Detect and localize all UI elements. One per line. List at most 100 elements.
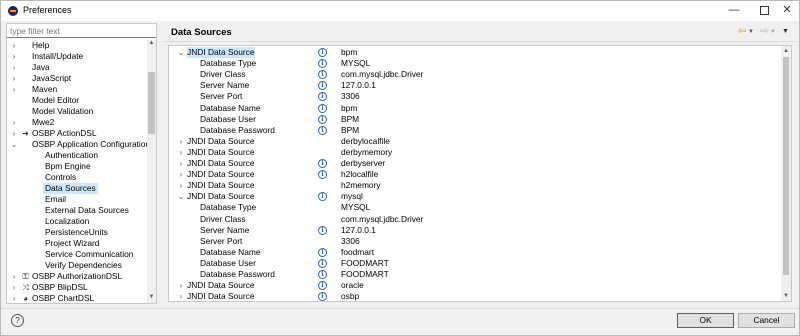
chevron-right-icon[interactable]: › [10, 84, 18, 95]
cancel-button[interactable]: Cancel [738, 313, 795, 328]
tree-item[interactable]: › ⤨ OSBP BlipDSL [7, 282, 147, 293]
back-dropdown-icon[interactable]: ▼ [748, 25, 754, 39]
datasource-row[interactable]: › JNDI Data Source derbylocalfile [169, 136, 781, 147]
help-button[interactable]: ? [11, 314, 24, 327]
datasource-row[interactable]: › JNDI Data Source i osbp [169, 291, 781, 301]
info-icon[interactable]: i [318, 292, 327, 301]
tree-item[interactable]: › ➜ OSBP ActionDSL [7, 128, 147, 139]
chevron-right-icon[interactable]: › [177, 291, 185, 301]
datasource-row[interactable]: › JNDI Data Source h2memory [169, 180, 781, 191]
chevron-right-icon[interactable]: › [10, 282, 18, 293]
property-row[interactable]: Database User i BPM [169, 114, 781, 125]
property-row[interactable]: Driver Class i com.mysql.jdbc.Driver [169, 69, 781, 80]
forward-dropdown-icon[interactable]: ▼ [770, 25, 776, 39]
chevron-right-icon[interactable]: › [177, 180, 185, 191]
chevron-down-icon[interactable]: ⌄ [177, 47, 185, 58]
scroll-down-icon[interactable]: ▼ [781, 291, 791, 301]
forward-arrow-icon[interactable]: ⇨ [760, 25, 768, 39]
property-row[interactable]: Database Name i foodmart [169, 247, 781, 258]
chevron-right-icon[interactable]: › [177, 280, 185, 291]
info-icon[interactable]: i [318, 270, 327, 279]
property-row[interactable]: Server Name i 127.0.0.1 [169, 225, 781, 236]
datasource-row[interactable]: › JNDI Data Source i h2localfile [169, 169, 781, 180]
tree-item[interactable]: Service Communication [7, 249, 147, 260]
chevron-down-icon[interactable]: ⌄ [177, 191, 185, 202]
chevron-down-icon[interactable]: ⌄ [10, 139, 18, 150]
tree-item[interactable]: › Java [7, 62, 147, 73]
info-icon[interactable]: i [318, 281, 327, 291]
filter-input[interactable] [7, 24, 156, 38]
tree-item[interactable]: ⌄ OSBP Application Configuration [7, 139, 147, 150]
tree-item[interactable]: Data Sources [7, 183, 147, 194]
info-icon[interactable]: i [318, 247, 327, 257]
info-icon[interactable]: i [318, 59, 327, 69]
tree-item[interactable]: External Data Sources [7, 205, 147, 216]
info-icon[interactable]: i [318, 125, 327, 135]
chevron-right-icon[interactable]: › [10, 40, 18, 51]
chevron-right-icon[interactable]: › [10, 117, 18, 128]
tree-item[interactable]: › ◕ OSBP ChartDSL [7, 293, 147, 303]
property-row[interactable]: Server Port i 3306 [169, 91, 781, 102]
property-row[interactable]: Driver Class com.mysql.jdbc.Driver [169, 214, 781, 225]
tree-item[interactable]: Project Wizard [7, 238, 147, 249]
tree-scrollbar[interactable]: ▲ ▼ [147, 40, 156, 303]
info-icon[interactable]: i [318, 70, 327, 80]
info-icon[interactable]: i [318, 192, 327, 202]
tree-item[interactable]: Authentication [7, 150, 147, 161]
datasource-row[interactable]: › JNDI Data Source i derbyserver [169, 158, 781, 169]
chevron-right-icon[interactable]: › [177, 136, 185, 147]
datasource-row[interactable]: ⌄ JNDI Data Source i bpm [169, 47, 781, 58]
datasource-row[interactable]: › JNDI Data Source derbymemory [169, 147, 781, 158]
tree-item[interactable]: PersistenceUnits [7, 227, 147, 238]
info-icon[interactable]: i [318, 258, 327, 268]
tree-item[interactable]: Model Editor [7, 95, 147, 106]
content-scrollbar[interactable]: ▲ ▼ [781, 46, 791, 301]
tree-item[interactable]: › Maven [7, 84, 147, 95]
ok-button[interactable]: OK [677, 313, 734, 328]
chevron-right-icon[interactable]: › [177, 158, 185, 169]
tree-item[interactable]: › Help [7, 40, 147, 51]
minimize-button[interactable]: — [719, 1, 749, 21]
tree-item[interactable]: › Install/Update [7, 51, 147, 62]
close-button[interactable]: ✕ [772, 1, 800, 21]
chevron-right-icon[interactable]: › [10, 128, 18, 139]
property-row[interactable]: Database Type MYSQL [169, 202, 781, 213]
info-icon[interactable]: i [318, 92, 327, 102]
property-row[interactable]: Database User i FOODMART [169, 258, 781, 269]
info-icon[interactable]: i [318, 170, 327, 180]
property-row[interactable]: Database Password i BPM [169, 125, 781, 136]
datasource-row[interactable]: › JNDI Data Source i oracle [169, 280, 781, 291]
tree-item[interactable]: › ⚿ OSBP AuthorizationDSL [7, 271, 147, 282]
tree-item[interactable]: Bpm Engine [7, 161, 147, 172]
property-row[interactable]: Server Name i 127.0.0.1 [169, 80, 781, 91]
tree-item[interactable]: Localization [7, 216, 147, 227]
tree-item[interactable]: › JavaScript [7, 73, 147, 84]
info-icon[interactable]: i [318, 225, 327, 235]
chevron-right-icon[interactable]: › [177, 169, 185, 180]
scroll-down-icon[interactable]: ▼ [147, 294, 156, 303]
tree-item[interactable]: Controls [7, 172, 147, 183]
scroll-thumb[interactable] [783, 57, 789, 275]
info-icon[interactable]: i [318, 114, 327, 124]
chevron-right-icon[interactable]: › [10, 73, 18, 84]
datasource-row[interactable]: ⌄ JNDI Data Source i mysql [169, 191, 781, 202]
chevron-right-icon[interactable]: › [10, 51, 18, 62]
back-arrow-icon[interactable]: ⇦ [738, 25, 746, 39]
info-icon[interactable]: i [318, 159, 327, 168]
chevron-right-icon[interactable]: › [177, 147, 185, 158]
property-row[interactable]: Database Password i FOODMART [169, 269, 781, 280]
scroll-thumb[interactable] [148, 72, 155, 134]
property-row[interactable]: Database Name i bpm [169, 103, 781, 114]
scroll-up-icon[interactable]: ▲ [781, 46, 791, 56]
tree-item[interactable]: Model Validation [7, 106, 147, 117]
property-row[interactable]: Server Port 3306 [169, 236, 781, 247]
tree-item[interactable]: › Mwe2 [7, 117, 147, 128]
info-icon[interactable]: i [318, 103, 327, 113]
chevron-right-icon[interactable]: › [10, 62, 18, 73]
chevron-right-icon[interactable]: › [10, 293, 18, 303]
chevron-right-icon[interactable]: › [10, 271, 18, 282]
tree-item[interactable]: Verify Dependencies [7, 260, 147, 271]
tree-item[interactable]: Email [7, 194, 147, 205]
info-icon[interactable]: i [318, 48, 327, 57]
scroll-up-icon[interactable]: ▲ [147, 40, 156, 49]
